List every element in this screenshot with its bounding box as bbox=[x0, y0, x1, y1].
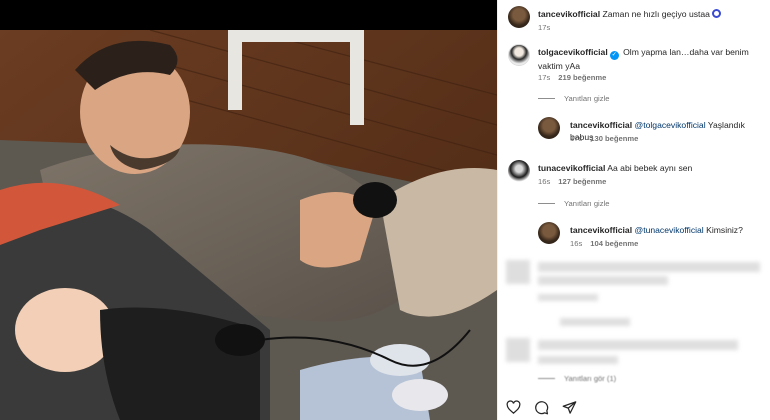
replies-dash bbox=[538, 98, 555, 99]
photo-top-band bbox=[0, 0, 497, 30]
eye-emoji-icon bbox=[711, 9, 721, 18]
comment-1-username[interactable]: tolgacevikofficial bbox=[538, 47, 608, 57]
reply-2-avatar[interactable] bbox=[538, 222, 560, 244]
replies-dash bbox=[538, 378, 555, 379]
caption-meta: 17s bbox=[538, 23, 550, 32]
caption-username[interactable]: tancevikofficial bbox=[538, 9, 600, 19]
reply-2-time[interactable]: 16s bbox=[570, 239, 582, 248]
caption-text: Zaman ne hızlı geçiyo ustaa bbox=[602, 9, 710, 19]
verified-badge-icon: ✓ bbox=[609, 51, 619, 60]
reply-2: tancevikofficial @tunacevikofficial Kims… bbox=[570, 224, 765, 236]
comment-2: tunacevikofficial Aa abi bebek aynı sen bbox=[538, 162, 766, 174]
hidden-replies-label: Yanıtları gör (1) bbox=[564, 374, 617, 383]
reply-1-mention[interactable]: @tolgacevikofficial bbox=[634, 120, 705, 130]
send-icon[interactable] bbox=[562, 400, 577, 415]
hidden-replies-toggle[interactable]: Yanıtları gör (1) bbox=[538, 374, 616, 383]
comment-2-text: Aa abi bebek aynı sen bbox=[607, 163, 693, 173]
comment-2-time[interactable]: 16s bbox=[538, 177, 550, 186]
comments-panel: tancevikofficial Zaman ne hızlı geçiyo u… bbox=[497, 0, 770, 420]
reply-2-meta: 16s 104 beğenme bbox=[570, 239, 638, 248]
comment-2-likes[interactable]: 127 beğenme bbox=[558, 177, 606, 186]
blurred-line bbox=[538, 340, 738, 350]
blurred-avatar bbox=[506, 338, 530, 362]
blurred-line bbox=[538, 356, 618, 364]
caption-time[interactable]: 17s bbox=[538, 23, 550, 32]
blurred-line bbox=[538, 276, 668, 285]
reply-1-avatar[interactable] bbox=[538, 117, 560, 139]
post-actions bbox=[506, 400, 577, 415]
post-photo[interactable] bbox=[0, 0, 497, 420]
comment-2-replies-toggle[interactable]: Yanıtları gizle bbox=[538, 199, 609, 208]
reply-2-likes[interactable]: 104 beğenme bbox=[590, 239, 638, 248]
reply-2-mention[interactable]: @tunacevikofficial bbox=[634, 225, 703, 235]
blurred-line bbox=[538, 294, 598, 301]
reply-2-text: Kimsiniz? bbox=[706, 225, 743, 235]
reply-1-likes[interactable]: 130 beğenme bbox=[590, 134, 638, 143]
replies-dash bbox=[538, 203, 555, 204]
comment-icon[interactable] bbox=[534, 400, 549, 415]
comment-1-meta: 17s 219 beğenme bbox=[538, 73, 606, 82]
heart-icon[interactable] bbox=[506, 400, 521, 415]
photo-illustration bbox=[0, 30, 497, 420]
blurred-avatar bbox=[506, 260, 530, 284]
comment-avatar-tolga[interactable] bbox=[508, 44, 530, 66]
reply-1-username[interactable]: tancevikofficial bbox=[570, 120, 632, 130]
comment-avatar-tuna[interactable] bbox=[508, 160, 530, 182]
blurred-line bbox=[560, 318, 630, 326]
blurred-line bbox=[538, 262, 760, 272]
author-avatar[interactable] bbox=[508, 6, 530, 28]
post-caption: tancevikofficial Zaman ne hızlı geçiyo u… bbox=[538, 8, 763, 20]
comment-2-meta: 16s 127 beğenme bbox=[538, 177, 606, 186]
comment-1-replies-toggle[interactable]: Yanıtları gizle bbox=[538, 94, 609, 103]
reply-2-username[interactable]: tancevikofficial bbox=[570, 225, 632, 235]
reply-1-time[interactable]: 17s bbox=[570, 134, 582, 143]
comment-2-replies-label: Yanıtları gizle bbox=[564, 199, 610, 208]
comment-1-time[interactable]: 17s bbox=[538, 73, 550, 82]
comment-1: tolgacevikofficial ✓ Olm yapma lan…daha v… bbox=[538, 46, 766, 72]
comment-2-username[interactable]: tunacevikofficial bbox=[538, 163, 605, 173]
reply-1-meta: 17s 130 beğenme bbox=[570, 134, 638, 143]
comment-1-replies-label: Yanıtları gizle bbox=[564, 94, 610, 103]
comment-1-likes[interactable]: 219 beğenme bbox=[558, 73, 606, 82]
